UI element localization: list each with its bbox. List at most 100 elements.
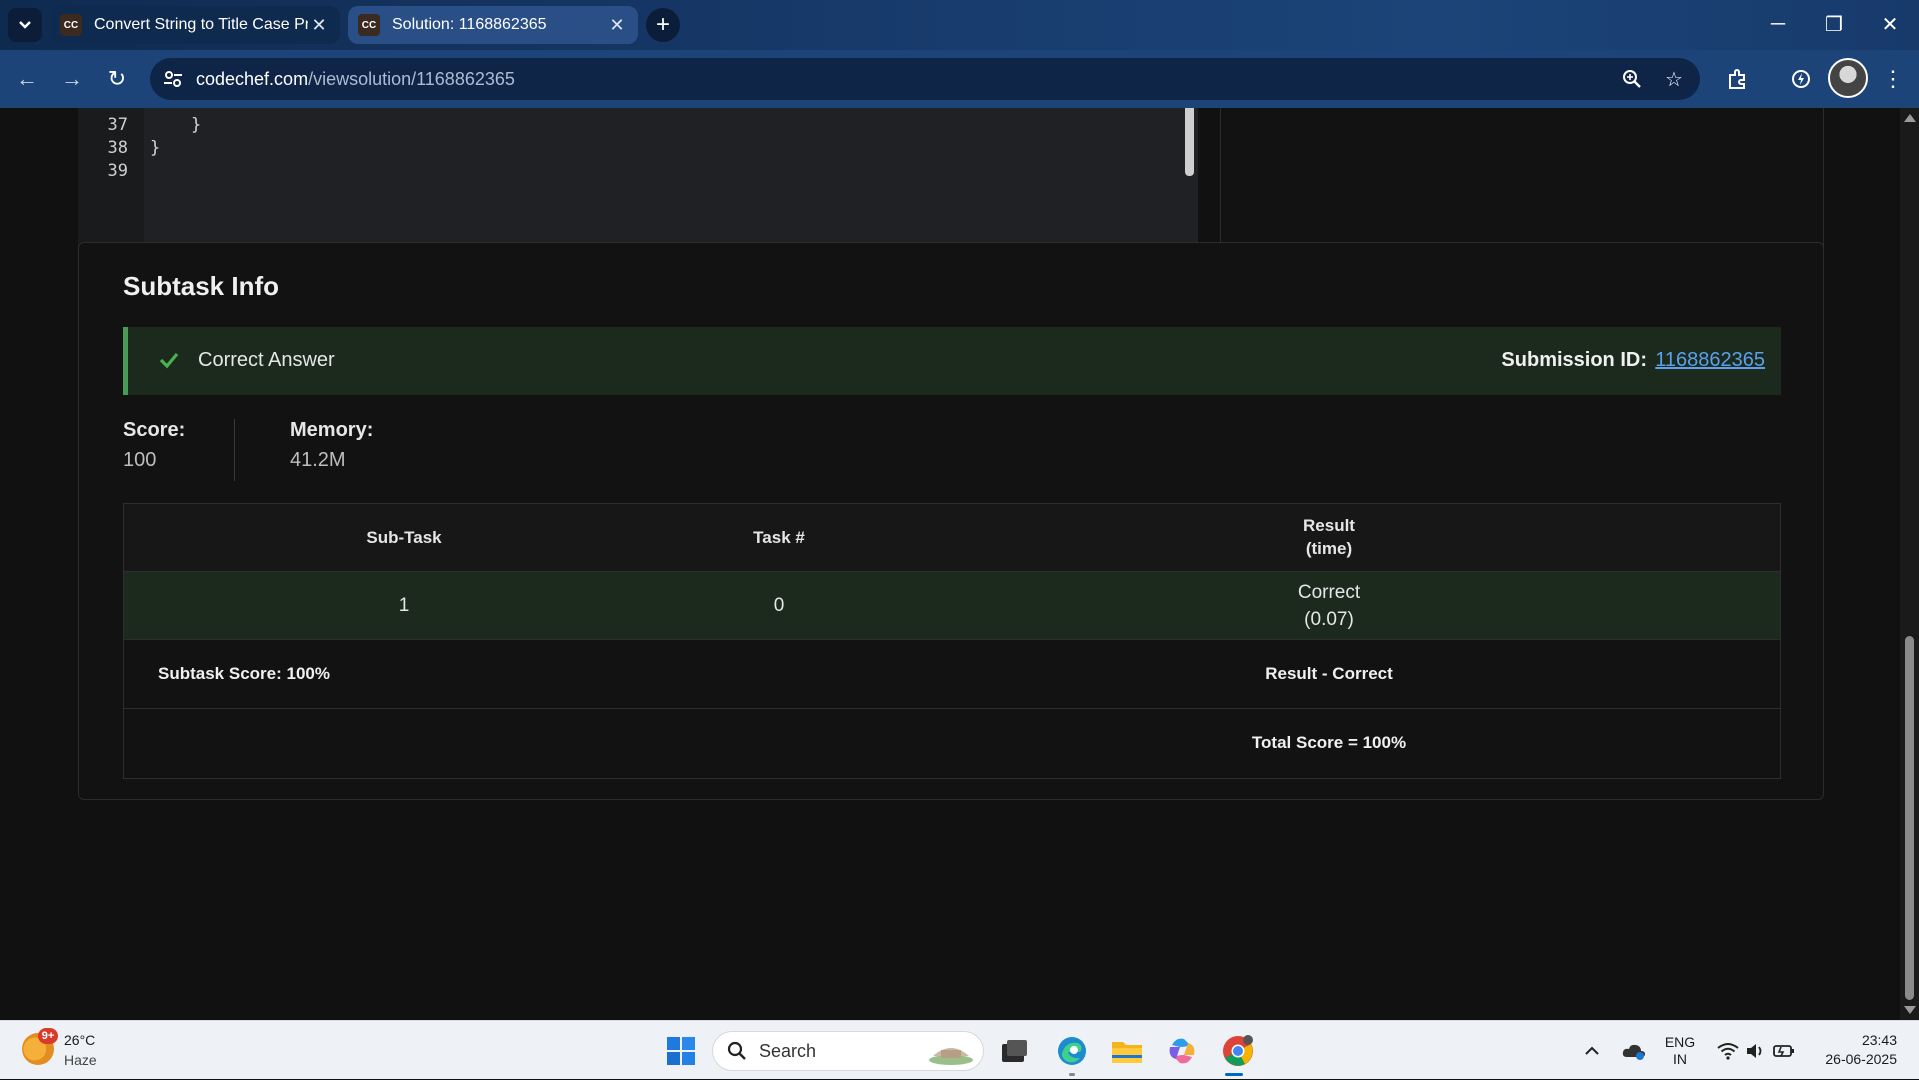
search-highlight-icon	[929, 1048, 973, 1065]
system-clock[interactable]: 23:43 26-06-2025	[1825, 1031, 1897, 1069]
edge-browser-icon	[1058, 1037, 1086, 1065]
language-indicator[interactable]: ENG IN	[1660, 1021, 1700, 1080]
clock-date: 26-06-2025	[1825, 1051, 1897, 1067]
kebab-menu-icon[interactable]: ⋮	[1876, 62, 1910, 96]
cloud-icon	[1622, 1044, 1645, 1060]
url-host: codechef.com	[196, 68, 309, 89]
chrome-icon	[1223, 1035, 1253, 1066]
clock-time: 23:43	[1861, 1032, 1897, 1048]
verdict-text: Correct Answer	[198, 349, 335, 371]
search-icon	[727, 1041, 746, 1060]
subtask-score-row: Subtask Score: 100% Result - Correct	[124, 640, 1780, 709]
codechef-favicon-icon: CC	[60, 14, 82, 36]
copilot-icon	[1169, 1038, 1195, 1064]
close-icon: ✕	[1881, 13, 1899, 36]
close-icon[interactable]: ✕	[308, 15, 330, 36]
tab-title: Solution: 1168862365	[392, 16, 547, 33]
copilot-app[interactable]	[1162, 1031, 1202, 1071]
tab-search-button[interactable]	[8, 8, 42, 42]
reload-button[interactable]: ↻	[100, 62, 134, 96]
site-info-icon[interactable]	[162, 68, 184, 90]
codechef-favicon-icon: CC	[358, 14, 380, 36]
memory-label: Memory:	[290, 419, 374, 441]
page-scrollbar[interactable]	[1900, 108, 1919, 1020]
task-view-icon	[1002, 1040, 1027, 1062]
header-subtask: Sub-Task	[366, 528, 442, 547]
zoom-icon[interactable]	[1620, 67, 1644, 91]
restore-icon: ❐	[1825, 13, 1843, 36]
page-scrollbar-thumb[interactable]	[1905, 636, 1914, 1000]
header-time: (time)	[1305, 539, 1353, 558]
start-button[interactable]	[661, 1031, 701, 1071]
profile-avatar[interactable]	[1828, 58, 1868, 98]
extensions-icon[interactable]	[1720, 62, 1754, 96]
cell-task: 0	[773, 595, 785, 616]
check-icon	[159, 352, 179, 369]
close-icon[interactable]: ✕	[606, 15, 628, 36]
show-hidden-icons-button[interactable]	[1580, 1021, 1604, 1080]
app-open-indicator	[1069, 1073, 1075, 1076]
result-summary: Result - Correct	[1265, 664, 1393, 683]
wifi-icon	[1717, 1042, 1739, 1060]
arrow-right-icon: →	[61, 66, 83, 91]
score-value: 100	[123, 449, 157, 471]
scroll-down-icon[interactable]	[1904, 1006, 1916, 1014]
edge-app[interactable]	[1052, 1031, 1092, 1071]
weather-condition: Haze	[64, 1052, 97, 1068]
new-tab-button[interactable]: +	[646, 8, 680, 42]
scroll-up-icon[interactable]	[1904, 114, 1916, 122]
address-bar[interactable]: codechef.com/viewsolution/1168862365 ☆	[150, 58, 1700, 100]
page-content: 37 38 39 } } Subtask Info Correct Answer…	[0, 108, 1900, 1020]
table-header-row: Sub-Task Task # Result (time)	[124, 504, 1780, 572]
submission-id-link[interactable]: 1168862365	[1655, 349, 1765, 372]
taskbar-search[interactable]: Search	[712, 1031, 984, 1071]
chrome-app[interactable]	[1218, 1031, 1258, 1071]
bookmark-star-icon[interactable]: ☆	[1662, 67, 1686, 91]
verdict-banner: Correct Answer Submission ID: 1168862365	[123, 327, 1781, 395]
line-number: 37	[107, 115, 128, 135]
tab-title: Convert String to Title Case Practice	[94, 16, 308, 33]
battery-tray[interactable]	[1770, 1021, 1798, 1080]
line-number: 38	[107, 138, 128, 158]
cell-time: (0.07)	[1304, 609, 1354, 630]
section-title: Subtask Info	[123, 271, 280, 301]
chevron-up-icon	[1585, 1046, 1599, 1055]
volume-tray[interactable]	[1742, 1021, 1768, 1080]
battery-icon	[1773, 1044, 1794, 1057]
speaker-icon	[1747, 1043, 1762, 1058]
subtask-table: Sub-Task Task # Result (time) 1 0 Correc…	[123, 503, 1781, 779]
file-explorer-app[interactable]	[1107, 1031, 1147, 1071]
browser-toolbar: ← → ↻ codechef.com/viewsolution/11688623…	[0, 50, 1919, 108]
tab-problem[interactable]: CC Convert String to Title Case Practice…	[50, 6, 340, 44]
forward-button[interactable]: →	[55, 62, 89, 96]
onedrive-tray[interactable]	[1620, 1021, 1648, 1080]
wifi-tray[interactable]	[1714, 1021, 1742, 1080]
cell-result: Correct	[1297, 582, 1361, 603]
region-code: IN	[1673, 1050, 1687, 1067]
header-result: Result	[1303, 516, 1355, 535]
back-button[interactable]: ←	[10, 62, 44, 96]
chevron-down-icon	[19, 21, 31, 29]
windows-logo-icon	[667, 1037, 695, 1065]
task-view-button[interactable]	[995, 1031, 1035, 1071]
total-score: Total Score = 100%	[1251, 733, 1407, 752]
stat-divider	[234, 419, 235, 481]
active-app-indicator	[1225, 1073, 1243, 1076]
folder-icon	[1112, 1042, 1142, 1063]
browser-tab-strip: CC Convert String to Title Case Practice…	[0, 0, 1919, 50]
subtask-score: Subtask Score: 100%	[158, 664, 330, 683]
code-scrollbar-thumb[interactable]	[1185, 108, 1194, 176]
minimize-button[interactable]: ─	[1750, 0, 1806, 48]
subtask-info-card: Subtask Info Correct Answer Submission I…	[78, 242, 1824, 800]
table-row: 1 0 Correct (0.07)	[124, 572, 1780, 640]
performance-icon[interactable]	[1784, 62, 1818, 96]
tab-solution[interactable]: CC Solution: 1168862365 ✕	[348, 6, 638, 44]
notification-badge: 9+	[38, 1028, 58, 1044]
restore-button[interactable]: ❐	[1806, 0, 1862, 48]
close-window-button[interactable]: ✕	[1862, 0, 1918, 48]
search-placeholder: Search	[759, 1040, 817, 1061]
line-number: 39	[107, 161, 128, 181]
total-score-row: Total Score = 100%	[124, 709, 1780, 778]
windows-taskbar: 9+ 26°C Haze Search ENG IN 23:43 26-06-2…	[0, 1020, 1919, 1079]
url-path: /viewsolution/1168862365	[308, 68, 515, 89]
